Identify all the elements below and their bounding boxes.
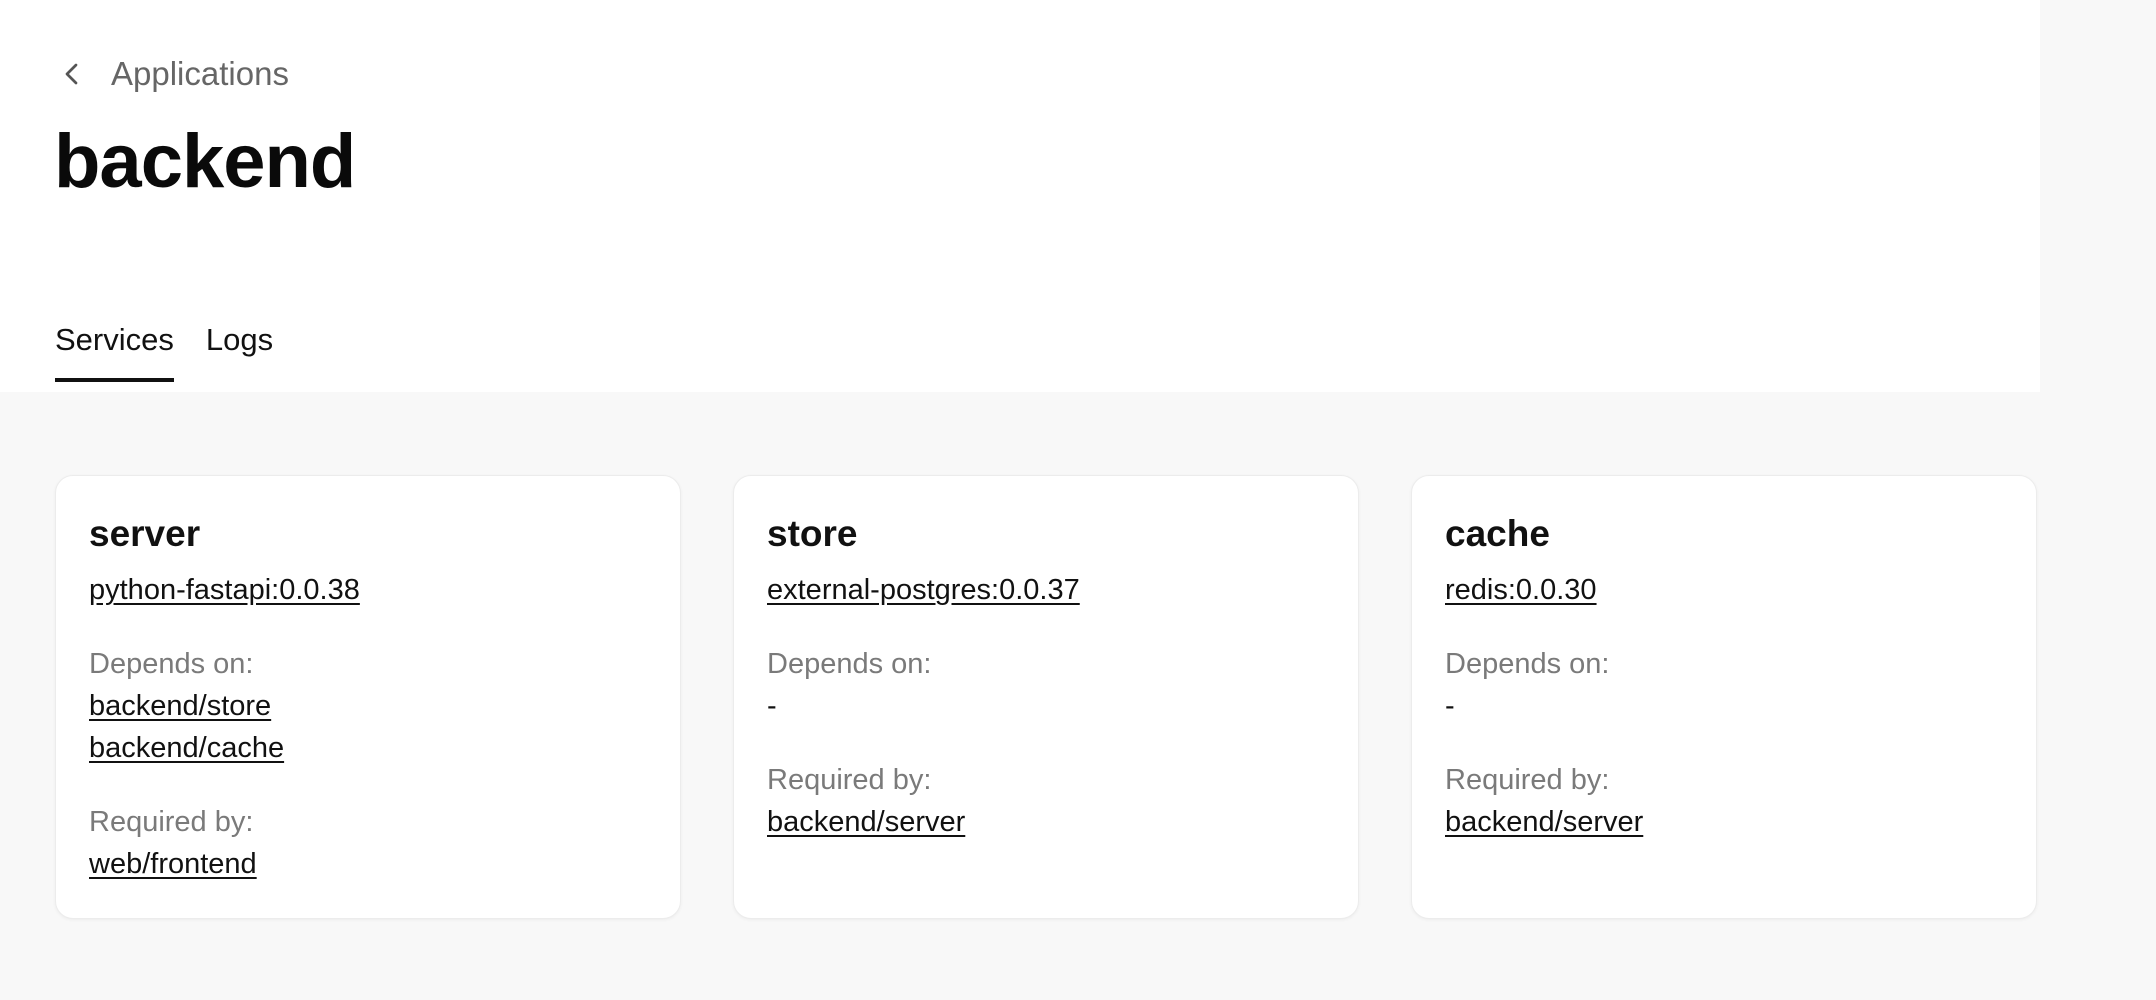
depends-on-label: Depends on: [89, 648, 254, 681]
service-name: server [89, 513, 201, 554]
required-by-section: Required by: backend/server [767, 759, 1325, 843]
service-name: store [767, 513, 858, 554]
service-image-link[interactable]: redis:0.0.30 [1445, 569, 2003, 611]
depends-on-section: Depends on: - [767, 643, 1325, 727]
no-dependencies: - [1445, 690, 1455, 723]
dependency-link[interactable]: backend/cache [89, 727, 647, 769]
service-image-link[interactable]: external-postgres:0.0.37 [767, 569, 1325, 611]
tab-services[interactable]: Services [55, 322, 174, 382]
page-title: backend [54, 119, 356, 204]
breadcrumb[interactable]: Applications [55, 50, 289, 98]
depends-on-label: Depends on: [767, 648, 932, 681]
service-name: cache [1445, 513, 1550, 554]
no-dependencies: - [767, 690, 777, 723]
services-grid: server python-fastapi:0.0.38 Depends on:… [55, 475, 2037, 919]
depends-on-section: Depends on: - [1445, 643, 2003, 727]
required-by-label: Required by: [767, 764, 932, 797]
depends-on-label: Depends on: [1445, 648, 1610, 681]
breadcrumb-link-applications[interactable]: Applications [111, 55, 289, 93]
dependent-link[interactable]: web/frontend [89, 843, 647, 885]
service-image-link[interactable]: python-fastapi:0.0.38 [89, 569, 647, 611]
required-by-label: Required by: [89, 806, 254, 839]
depends-on-section: Depends on: backend/store backend/cache [89, 643, 647, 769]
tab-logs[interactable]: Logs [206, 322, 273, 382]
required-by-section: Required by: web/frontend [89, 801, 647, 885]
service-card-server: server python-fastapi:0.0.38 Depends on:… [55, 475, 681, 919]
dependent-link[interactable]: backend/server [1445, 801, 2003, 843]
dependent-link[interactable]: backend/server [767, 801, 1325, 843]
service-card-cache: cache redis:0.0.30 Depends on: - Require… [1411, 475, 2037, 919]
tab-bar: Services Logs [55, 322, 273, 382]
service-card-store: store external-postgres:0.0.37 Depends o… [733, 475, 1359, 919]
dependency-link[interactable]: backend/store [89, 685, 647, 727]
required-by-section: Required by: backend/server [1445, 759, 2003, 843]
page-header: Applications backend Services Logs [0, 0, 2040, 392]
chevron-left-icon[interactable] [55, 56, 91, 92]
required-by-label: Required by: [1445, 764, 1610, 797]
